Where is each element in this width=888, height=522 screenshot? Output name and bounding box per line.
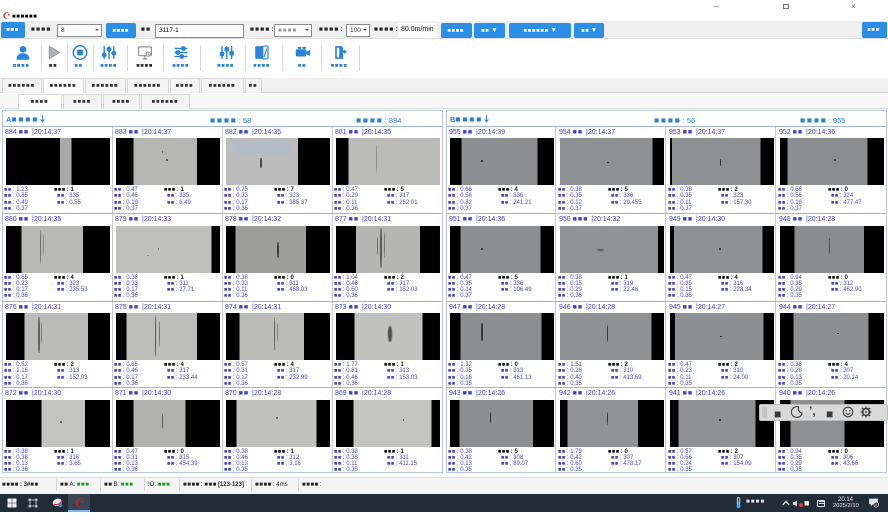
svg-text:6: 6 bbox=[875, 503, 877, 507]
